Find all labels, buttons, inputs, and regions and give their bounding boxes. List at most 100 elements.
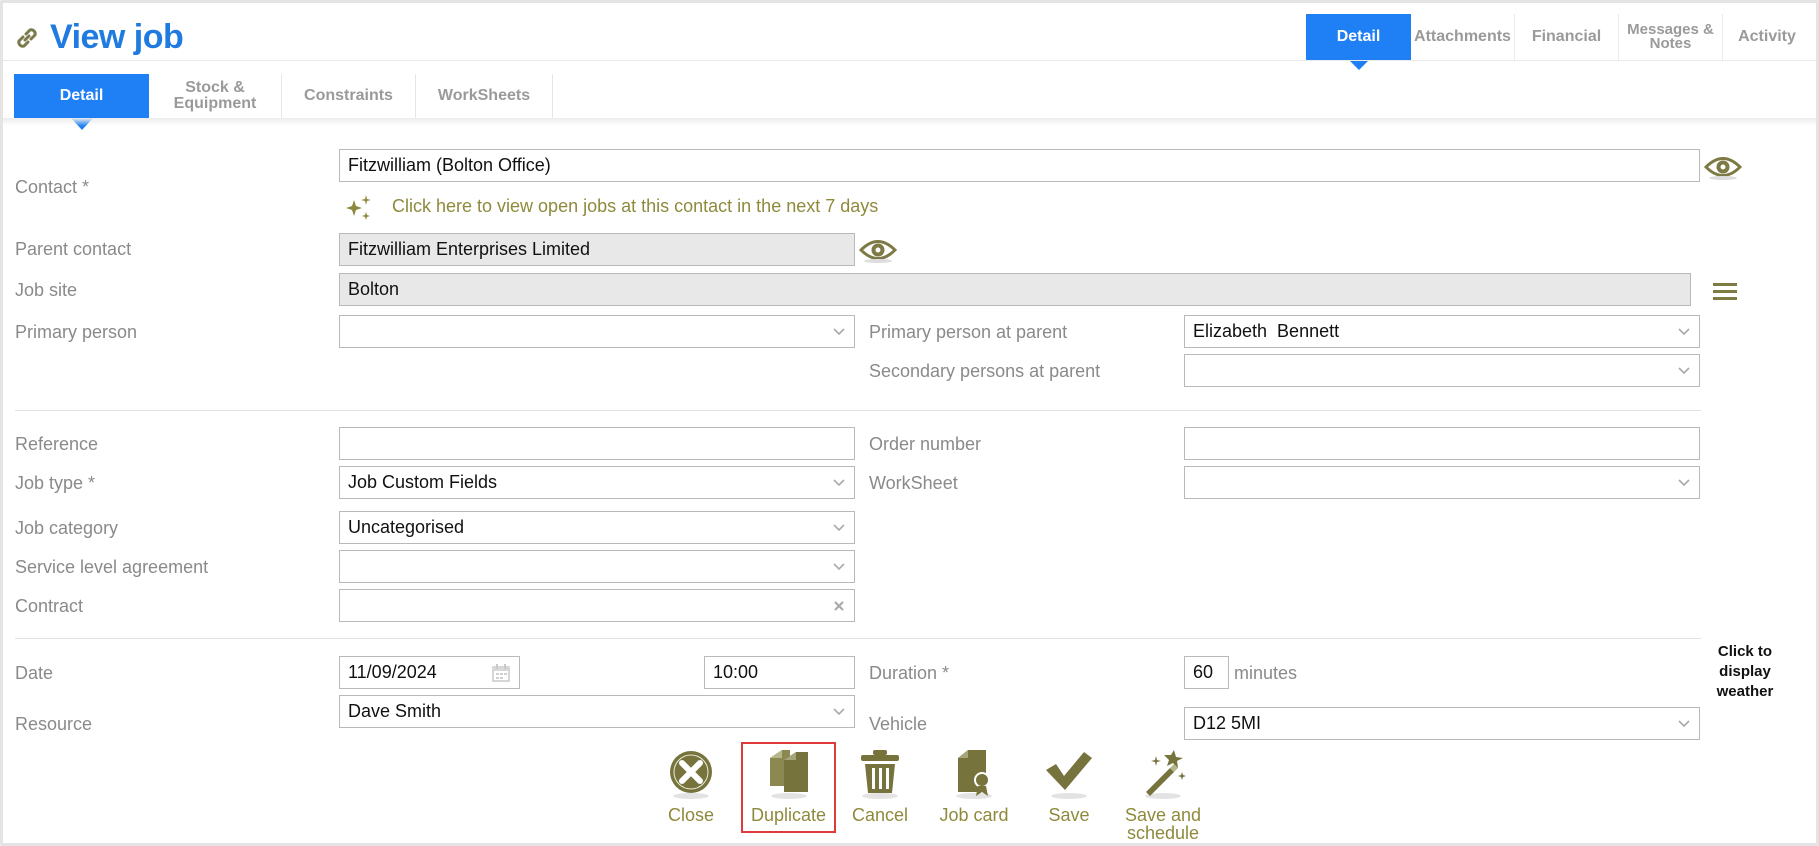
- view-parent-eye-icon[interactable]: [859, 237, 897, 263]
- duplicate-icon: [769, 750, 808, 799]
- resource-label: Resource: [15, 714, 93, 734]
- job-type-label: Job type *: [15, 473, 96, 493]
- primary-person-parent-label: Primary person at parent: [869, 322, 1068, 342]
- order-number-input[interactable]: [1184, 427, 1700, 460]
- tab-financial[interactable]: Financial: [1515, 14, 1619, 60]
- trash-icon: [861, 750, 899, 799]
- vehicle-label: Vehicle: [869, 714, 928, 734]
- date-value: 11/09/2024: [348, 662, 437, 682]
- chevron-down-icon: [833, 479, 845, 487]
- job-card-icon: [956, 750, 992, 799]
- primary-person-select[interactable]: [339, 315, 855, 348]
- cancel-button[interactable]: Cancel: [834, 748, 926, 824]
- close-button[interactable]: Close: [645, 748, 737, 824]
- contact-field[interactable]: Fitzwilliam (Bolton Office): [339, 149, 1700, 182]
- order-number-label: Order number: [869, 434, 982, 454]
- primary-person-label: Primary person: [15, 322, 138, 342]
- weather-link[interactable]: Click to display weather: [1700, 642, 1790, 702]
- job-category-label: Job category: [15, 518, 119, 538]
- time-value: 10:00: [713, 662, 759, 682]
- tab-attachments[interactable]: Attachments: [1411, 14, 1515, 60]
- chevron-down-icon: [1678, 479, 1690, 487]
- save-label: Save: [1048, 805, 1090, 825]
- job-card-label: Job card: [939, 805, 1009, 825]
- magic-wand-icon: [1145, 750, 1186, 799]
- primary-person-parent-select[interactable]: Elizabeth Bennett: [1184, 315, 1700, 348]
- date-input[interactable]: 11/09/2024: [339, 656, 520, 689]
- checkmark-icon: [1046, 752, 1092, 799]
- subtab-stock-equipment[interactable]: Stock & Equipment: [149, 74, 282, 118]
- subtab-constraints[interactable]: Constraints: [282, 74, 416, 118]
- job-site-field: Bolton: [339, 273, 1691, 306]
- job-site-value: Bolton: [348, 279, 400, 299]
- job-type-value: Job Custom Fields: [348, 472, 498, 492]
- tab-detail[interactable]: Detail: [1306, 14, 1411, 70]
- menu-icon[interactable]: [1712, 281, 1738, 303]
- duration-value: 60: [1193, 662, 1214, 682]
- job-type-select[interactable]: Job Custom Fields: [339, 466, 855, 499]
- chevron-down-icon: [833, 328, 845, 336]
- duration-unit: minutes: [1234, 663, 1298, 683]
- header-divider: [3, 60, 1816, 61]
- subtab-shadow: [3, 118, 1816, 126]
- date-label: Date: [15, 663, 54, 683]
- view-contact-eye-icon[interactable]: [1704, 154, 1742, 180]
- job-category-select[interactable]: Uncategorised: [339, 511, 855, 544]
- subtab-detail[interactable]: Detail: [14, 74, 149, 130]
- chevron-down-icon: [1678, 367, 1690, 375]
- parent-contact-value: Fitzwilliam Enterprises Limited: [348, 239, 591, 259]
- contact-value: Fitzwilliam (Bolton Office): [348, 155, 551, 175]
- tab-messages-notes[interactable]: Messages & Notes: [1619, 14, 1723, 60]
- vehicle-value: D12 5MI: [1193, 713, 1262, 733]
- contract-select[interactable]: [339, 589, 855, 622]
- save-and-schedule-button[interactable]: Save and schedule: [1117, 748, 1209, 842]
- parent-contact-label: Parent contact: [15, 239, 132, 259]
- worksheet-label: WorkSheet: [869, 473, 958, 493]
- contact-label: Contact *: [15, 177, 90, 197]
- job-site-label: Job site: [15, 280, 78, 300]
- secondary-persons-parent-label: Secondary persons at parent: [869, 361, 1101, 381]
- vehicle-select[interactable]: D12 5MI: [1184, 707, 1700, 740]
- section-divider: [15, 410, 1701, 411]
- primary-person-parent-value: Elizabeth Bennett: [1193, 321, 1340, 341]
- contract-label: Contract: [15, 596, 84, 616]
- section-divider: [15, 638, 1701, 639]
- secondary-persons-parent-select[interactable]: [1184, 354, 1700, 387]
- sparkle-icon: [346, 195, 371, 220]
- duration-input[interactable]: 60: [1184, 656, 1229, 689]
- duplicate-button[interactable]: Duplicate: [741, 742, 836, 833]
- chevron-down-icon: [833, 524, 845, 532]
- sub-tabs: Detail Stock & Equipment Constraints Wor…: [14, 74, 553, 130]
- page-title: View job: [50, 18, 184, 56]
- resource-value: Dave Smith: [348, 701, 442, 721]
- time-input[interactable]: 10:00: [704, 656, 855, 689]
- link-icon: [17, 27, 37, 48]
- page-header: View job: [14, 18, 184, 57]
- resource-select[interactable]: Dave Smith: [339, 695, 855, 728]
- duration-label: Duration *: [869, 663, 950, 683]
- job-card-button[interactable]: Job card: [928, 748, 1020, 824]
- save-button[interactable]: Save: [1023, 748, 1115, 824]
- chevron-down-icon: [1678, 720, 1690, 728]
- sla-select[interactable]: [339, 550, 855, 583]
- cancel-label: Cancel: [851, 805, 909, 825]
- reference-label: Reference: [15, 434, 99, 454]
- save-and-schedule-label: Save and schedule: [1124, 805, 1202, 843]
- job-category-value: Uncategorised: [348, 517, 465, 537]
- reference-input[interactable]: [339, 427, 855, 460]
- subtab-worksheets[interactable]: WorkSheets: [416, 74, 553, 118]
- parent-contact-field: Fitzwilliam Enterprises Limited: [339, 233, 855, 266]
- clear-icon[interactable]: [832, 599, 846, 613]
- worksheet-select[interactable]: [1184, 466, 1700, 499]
- chevron-down-icon: [833, 563, 845, 571]
- close-icon: [670, 751, 712, 799]
- calendar-icon[interactable]: [491, 663, 511, 683]
- duplicate-label: Duplicate: [750, 805, 827, 825]
- open-jobs-link[interactable]: Click here to view open jobs at this con…: [392, 196, 878, 217]
- top-tabs: Detail Attachments Financial Messages & …: [1306, 14, 1811, 70]
- sla-label: Service level agreement: [15, 557, 209, 577]
- chevron-down-icon: [1678, 328, 1690, 336]
- tab-activity[interactable]: Activity: [1723, 14, 1811, 60]
- chevron-down-icon: [833, 708, 845, 716]
- close-label: Close: [667, 805, 715, 825]
